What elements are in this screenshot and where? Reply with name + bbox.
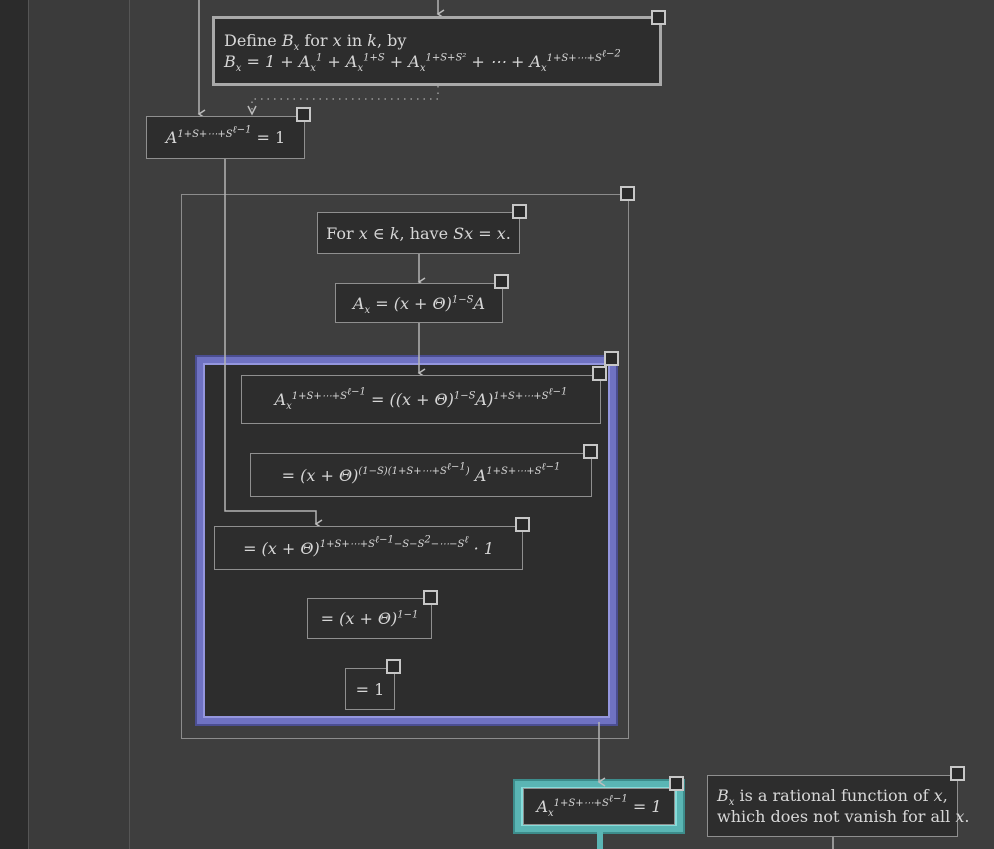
checkbox-define-bx[interactable]	[651, 10, 666, 25]
node-step-2[interactable]: = (x + Θ)(1−S)(1+S+⋯+Sℓ−1) A1+S+⋯+Sℓ−1	[250, 453, 592, 497]
checkbox-step-4[interactable]	[423, 590, 438, 605]
checkbox-for-x-in-k[interactable]	[512, 204, 527, 219]
checkbox-step-5[interactable]	[386, 659, 401, 674]
checkbox-ax-definition[interactable]	[494, 274, 509, 289]
node-step-5[interactable]: = 1	[345, 668, 395, 710]
checkbox-step-1[interactable]	[592, 366, 607, 381]
node-define-bx[interactable]: Define Bx for x in k, by Bx = 1 + Ax1 + …	[212, 16, 662, 86]
checkbox-bx-rational[interactable]	[950, 766, 965, 781]
node-step-3[interactable]: = (x + Θ)1+S+⋯+Sℓ−1−S−S2−⋯−Sℓ · 1	[214, 526, 523, 570]
teal-trail	[597, 832, 603, 849]
dotted-edge-define-to-a-power	[251, 86, 439, 114]
checkbox-highlighted-group[interactable]	[604, 351, 619, 366]
node-ax-power-one[interactable]: Ax1+S+⋯+Sℓ−1 = 1	[523, 788, 675, 825]
node-for-x-in-k[interactable]: For x ∈ k, have Sx = x.	[317, 212, 520, 254]
bx-line-1: Bx is a rational function of x,	[717, 786, 948, 809]
node-step-1[interactable]: Ax1+S+⋯+Sℓ−1 = ((x + Θ)1−SA)1+S+⋯+Sℓ−1	[241, 375, 601, 424]
node-bx-rational[interactable]: Bx is a rational function of x, which do…	[707, 775, 969, 837]
checkbox-group[interactable]	[620, 186, 635, 201]
checkbox-ax-power-one[interactable]	[669, 776, 684, 791]
checkbox-step-3[interactable]	[515, 517, 530, 532]
checkbox-a-power-one[interactable]	[296, 107, 311, 122]
define-line-2: Bx = 1 + Ax1 + Ax1+S + Ax1+S+S² + ⋯ + Ax…	[224, 48, 621, 75]
node-a-power-one[interactable]: A1+S+⋯+Sℓ−1 = 1	[146, 116, 305, 159]
define-line-1: Define Bx for x in k, by	[224, 31, 407, 54]
node-ax-definition[interactable]: Ax = (x + Θ)1−SA	[335, 283, 503, 323]
checkbox-step-2[interactable]	[583, 444, 598, 459]
node-step-4[interactable]: = (x + Θ)1−1	[307, 598, 432, 639]
dotted-edge-arrow	[247, 105, 257, 116]
bx-line-2: which does not vanish for all x.	[717, 807, 970, 826]
